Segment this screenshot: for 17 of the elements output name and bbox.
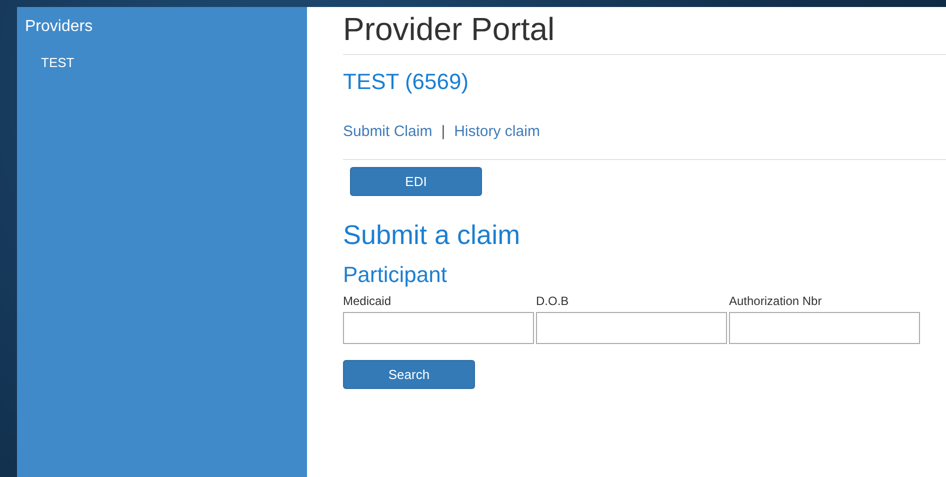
nav-link[interactable]: History claim	[454, 122, 540, 142]
provider-name: TEST (6569)	[343, 69, 469, 95]
sidebar-item[interactable]: TEST	[41, 55, 74, 70]
search-button[interactable]: Search	[343, 360, 475, 389]
link-separator: |	[441, 122, 446, 142]
input-field[interactable]	[343, 312, 534, 344]
page-title: Provider Portal	[343, 10, 556, 48]
sidebar-title: Providers	[25, 18, 94, 36]
section-title: Participant	[343, 262, 447, 288]
field-label: D.O.B	[536, 294, 569, 308]
input-field[interactable]	[729, 312, 920, 344]
nav-link[interactable]: Submit Claim	[343, 122, 432, 142]
field-label: Medicaid	[343, 294, 392, 308]
input-field[interactable]	[536, 312, 727, 344]
edi-button[interactable]: EDI	[350, 167, 482, 196]
field-label: Authorization Nbr	[729, 294, 822, 308]
form-title: Submit a claim	[343, 219, 520, 251]
